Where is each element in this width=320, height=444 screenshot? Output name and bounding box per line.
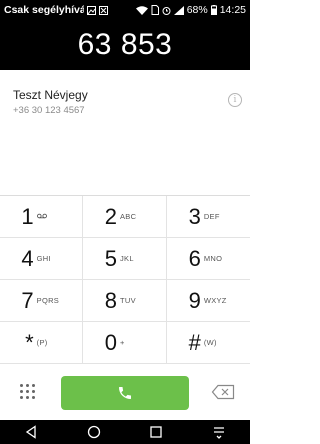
key-letters: MNO: [203, 254, 223, 263]
key-digit: 0: [104, 329, 117, 355]
key-7[interactable]: 7 PQRS: [0, 280, 84, 322]
key-letters: PQRS: [36, 296, 60, 305]
clock: 14:25: [219, 4, 246, 16]
dialpad-toggle-icon[interactable]: [20, 384, 36, 400]
key-letters: WXYZ: [203, 296, 227, 305]
key-letters: (W): [203, 338, 217, 347]
alarm-icon: [162, 6, 171, 15]
battery-icon: [210, 5, 217, 15]
key-letters: (P): [36, 338, 48, 347]
dialed-number-display[interactable]: 63 853: [0, 20, 250, 70]
key-star[interactable]: * (P): [0, 322, 84, 364]
key-digit: 6: [188, 245, 201, 271]
key-5[interactable]: 5 JKL: [83, 238, 167, 280]
key-4[interactable]: 4 GHI: [0, 238, 84, 280]
key-letters: TUV: [119, 296, 136, 305]
key-digit: 7: [21, 287, 34, 313]
home-icon[interactable]: [87, 425, 101, 439]
key-letters: ABC: [119, 212, 137, 221]
voicemail-icon: [36, 212, 63, 221]
close-box-icon: [99, 5, 108, 15]
key-0[interactable]: 0 +: [83, 322, 167, 364]
key-digit: 2: [104, 203, 117, 229]
key-digit: 8: [104, 287, 117, 313]
key-9[interactable]: 9 WXYZ: [166, 280, 250, 322]
key-digit: 5: [104, 245, 117, 271]
key-digit: 4: [21, 245, 34, 271]
contact-info-icon[interactable]: i: [228, 93, 242, 107]
key-8[interactable]: 8 TUV: [83, 280, 167, 322]
dial-keypad: 1 2 ABC 3 DEF 4 GHI 5 JKL 6 MNO 7 PQRS 8…: [0, 196, 250, 364]
phone-icon: [119, 387, 131, 399]
status-bar: Csak segélyhívá... 68% 14:25: [0, 0, 250, 20]
image-icon: [87, 5, 96, 15]
key-3[interactable]: 3 DEF: [166, 196, 250, 238]
key-letters: DEF: [203, 212, 220, 221]
signal-icon: [173, 5, 184, 15]
contact-name: Teszt Névjegy: [13, 88, 88, 102]
recents-icon[interactable]: [149, 425, 163, 439]
key-6[interactable]: 6 MNO: [166, 238, 250, 280]
key-digit: #: [188, 329, 201, 355]
carrier-label: Csak segélyhívá...: [4, 4, 84, 16]
notifications-menu-icon[interactable]: [212, 425, 226, 439]
battery-percent: 68%: [186, 4, 208, 16]
key-letters: GHI: [36, 254, 51, 263]
contact-number: +36 30 123 4567: [13, 105, 85, 116]
call-button[interactable]: [61, 376, 189, 410]
contact-suggestions: Teszt Névjegy +36 30 123 4567 i: [0, 70, 250, 196]
key-1[interactable]: 1: [0, 196, 84, 238]
dialer-action-row: [0, 364, 250, 420]
key-digit: 3: [188, 203, 201, 229]
contact-suggestion-row[interactable]: Teszt Névjegy +36 30 123 4567 i: [0, 78, 250, 122]
sim-icon: [151, 5, 159, 15]
key-digit: *: [25, 329, 34, 355]
key-letters: +: [119, 338, 125, 347]
key-digit: 9: [188, 287, 201, 313]
back-icon[interactable]: [24, 425, 38, 439]
key-hash[interactable]: # (W): [166, 322, 250, 364]
key-2[interactable]: 2 ABC: [83, 196, 167, 238]
system-nav-bar: [0, 420, 250, 444]
key-letters: JKL: [119, 254, 134, 263]
wifi-icon: [135, 5, 148, 15]
key-digit: 1: [21, 203, 34, 229]
backspace-icon[interactable]: [211, 384, 235, 400]
